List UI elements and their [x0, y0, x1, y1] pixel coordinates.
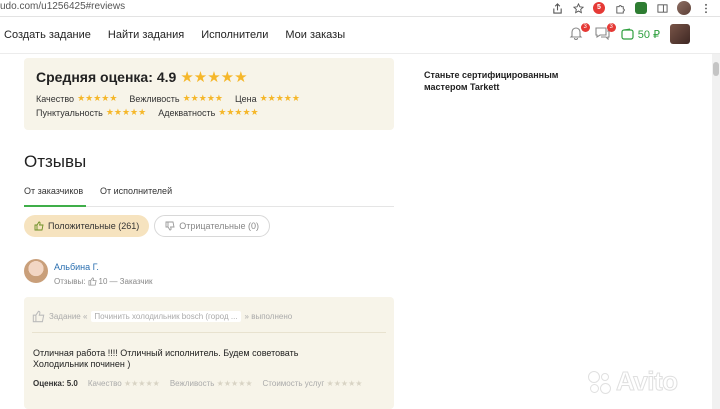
review-divider [32, 332, 386, 333]
criterion-label: Адекватность [158, 107, 216, 118]
criterion-price: Цена ★★★★★ [235, 93, 300, 104]
review-task-line: Задание «Починить холодильник bosch (гор… [32, 310, 292, 323]
author-avatar[interactable] [24, 259, 48, 283]
criterion-label: Стоимость услуг [262, 379, 325, 388]
filter-negative-label: Отрицательные (0) [179, 221, 259, 231]
thumbs-up-icon [32, 310, 45, 323]
criterion-stars: ★★★★★ [77, 93, 118, 103]
extensions-puzzle-icon[interactable] [614, 2, 626, 14]
review-ratings: Оценка: 5.0 Качество ★★★★★ Вежливость ★★… [33, 379, 362, 388]
rating-summary: Средняя оценка: 4.9 ★★★★★ Качество ★★★★★ … [24, 58, 394, 130]
browser-icons: 5 [551, 0, 712, 16]
review-filters: Положительные (261) Отрицательные (0) [24, 215, 270, 237]
nav-performers[interactable]: Исполнители [201, 29, 268, 41]
sidebar-toggle-icon[interactable] [656, 2, 668, 14]
review-criterion-politeness: Вежливость ★★★★★ [170, 379, 253, 388]
criterion-label: Вежливость [129, 93, 180, 104]
average-rating-value: 4.9 [156, 69, 177, 85]
review-criterion-quality: Качество ★★★★★ [88, 379, 160, 388]
author-role: — Заказчик [109, 277, 153, 286]
criterion-label: Качество [36, 93, 75, 104]
header-actions: 3 3 50 ₽ [569, 23, 690, 44]
tarkett-certification-link[interactable]: Станьте сертифицированным мастером Tarke… [424, 69, 584, 93]
reviews-tabs: От заказчиков От исполнителей [24, 185, 394, 207]
browser-toolbar: udo.com/u1256425#reviews 5 [0, 0, 720, 17]
review-text-line: Отличная работа !!!! Отличный исполнител… [33, 348, 299, 358]
nav-create-task[interactable]: Создать задание [4, 29, 91, 41]
more-menu-icon[interactable] [700, 2, 712, 14]
criterion-label: Пунктуальность [36, 107, 103, 118]
extension-badge-icon[interactable]: 5 [593, 2, 605, 14]
nav-find-tasks[interactable]: Найти задания [108, 29, 184, 41]
tab-from-performers[interactable]: От исполнителей [100, 185, 172, 207]
average-rating-stars: ★★★★★ [180, 69, 248, 86]
balance-amount: 50 ₽ [637, 28, 660, 41]
average-rating-label: Средняя оценка: [36, 69, 153, 85]
criteria-row-1: Качество ★★★★★ Вежливость ★★★★★ Цена ★★★★★ [36, 93, 300, 104]
address-bar[interactable]: udo.com/u1256425#reviews [0, 1, 125, 12]
messages-icon[interactable]: 3 [595, 23, 616, 42]
thumbs-up-icon [34, 221, 44, 231]
criterion-label: Вежливость [169, 379, 215, 388]
criterion-stars: ★★★★★ [123, 379, 160, 388]
review-author: Альбина Г. Отзывы: 10 — Заказчик [24, 259, 394, 289]
filter-negative-button[interactable]: Отрицательные (0) [154, 215, 270, 237]
review-score: Оценка: 5.0 [33, 379, 78, 388]
scrollbar-thumb[interactable] [713, 62, 719, 76]
wallet-balance[interactable]: 50 ₽ [621, 28, 660, 41]
nav-my-orders[interactable]: Мои заказы [285, 29, 345, 41]
criterion-stars: ★★★★★ [105, 107, 147, 117]
filter-positive-button[interactable]: Положительные (261) [24, 215, 150, 237]
review-card: Задание «Починить холодильник bosch (гор… [24, 297, 394, 409]
profile-avatar-icon[interactable] [677, 1, 691, 15]
share-icon[interactable] [551, 2, 563, 14]
review-criterion-cost: Стоимость услуг ★★★★★ [263, 379, 363, 388]
author-meta: Отзывы: 10 — Заказчик [54, 277, 153, 286]
criterion-label: Качество [87, 379, 122, 388]
criterion-punctuality: Пунктуальность ★★★★★ [36, 107, 146, 118]
criterion-label: Цена [234, 93, 257, 104]
criterion-stars: ★★★★★ [182, 93, 223, 103]
bell-icon[interactable]: 3 [569, 23, 590, 42]
criterion-stars: ★★★★★ [218, 107, 259, 117]
review-text: Отличная работа !!!! Отличный исполнител… [33, 348, 298, 370]
criteria-row-2: Пунктуальность ★★★★★ Адекватность ★★★★★ [36, 107, 259, 118]
criterion-adequacy: Адекватность ★★★★★ [158, 107, 258, 118]
user-avatar[interactable] [670, 24, 690, 44]
criterion-stars: ★★★★★ [259, 93, 300, 103]
author-reviews-label: Отзывы: [54, 277, 86, 286]
task-link[interactable]: Починить холодильник bosch (город ... [91, 311, 241, 322]
page-scrollbar[interactable] [712, 54, 720, 409]
main-nav: Создать задание Найти задания Исполнител… [4, 29, 345, 41]
wallet-icon [621, 28, 634, 40]
average-rating-heading: Средняя оценка: 4.9 ★★★★★ [36, 68, 248, 86]
criterion-quality: Качество ★★★★★ [36, 93, 117, 104]
criterion-politeness: Вежливость ★★★★★ [129, 93, 223, 104]
tab-from-customers[interactable]: От заказчиков [24, 185, 86, 207]
filter-positive-label: Положительные (261) [48, 221, 140, 231]
author-reviews-count: 10 [98, 277, 108, 286]
criterion-stars: ★★★★★ [326, 379, 363, 388]
notifications-badge: 3 [580, 23, 590, 32]
criterion-stars: ★★★★★ [216, 379, 253, 388]
task-status: » выполнено [244, 312, 293, 321]
avito-watermark: Avito [586, 366, 679, 397]
watermark-text: Avito [616, 366, 679, 397]
reviews-heading: Отзывы [24, 152, 87, 171]
site-header: Создать задание Найти задания Исполнител… [0, 18, 720, 54]
avito-logo-icon [586, 369, 612, 395]
thumbs-up-icon [88, 277, 97, 286]
bookmark-star-icon[interactable] [572, 2, 584, 14]
author-name-link[interactable]: Альбина Г. [54, 262, 99, 272]
green-extension-icon[interactable] [635, 2, 647, 14]
review-text-line: Холодильник починен ) [33, 359, 131, 369]
messages-badge: 3 [606, 23, 616, 32]
thumbs-down-icon [165, 221, 175, 231]
task-prefix: Задание « [49, 312, 88, 321]
